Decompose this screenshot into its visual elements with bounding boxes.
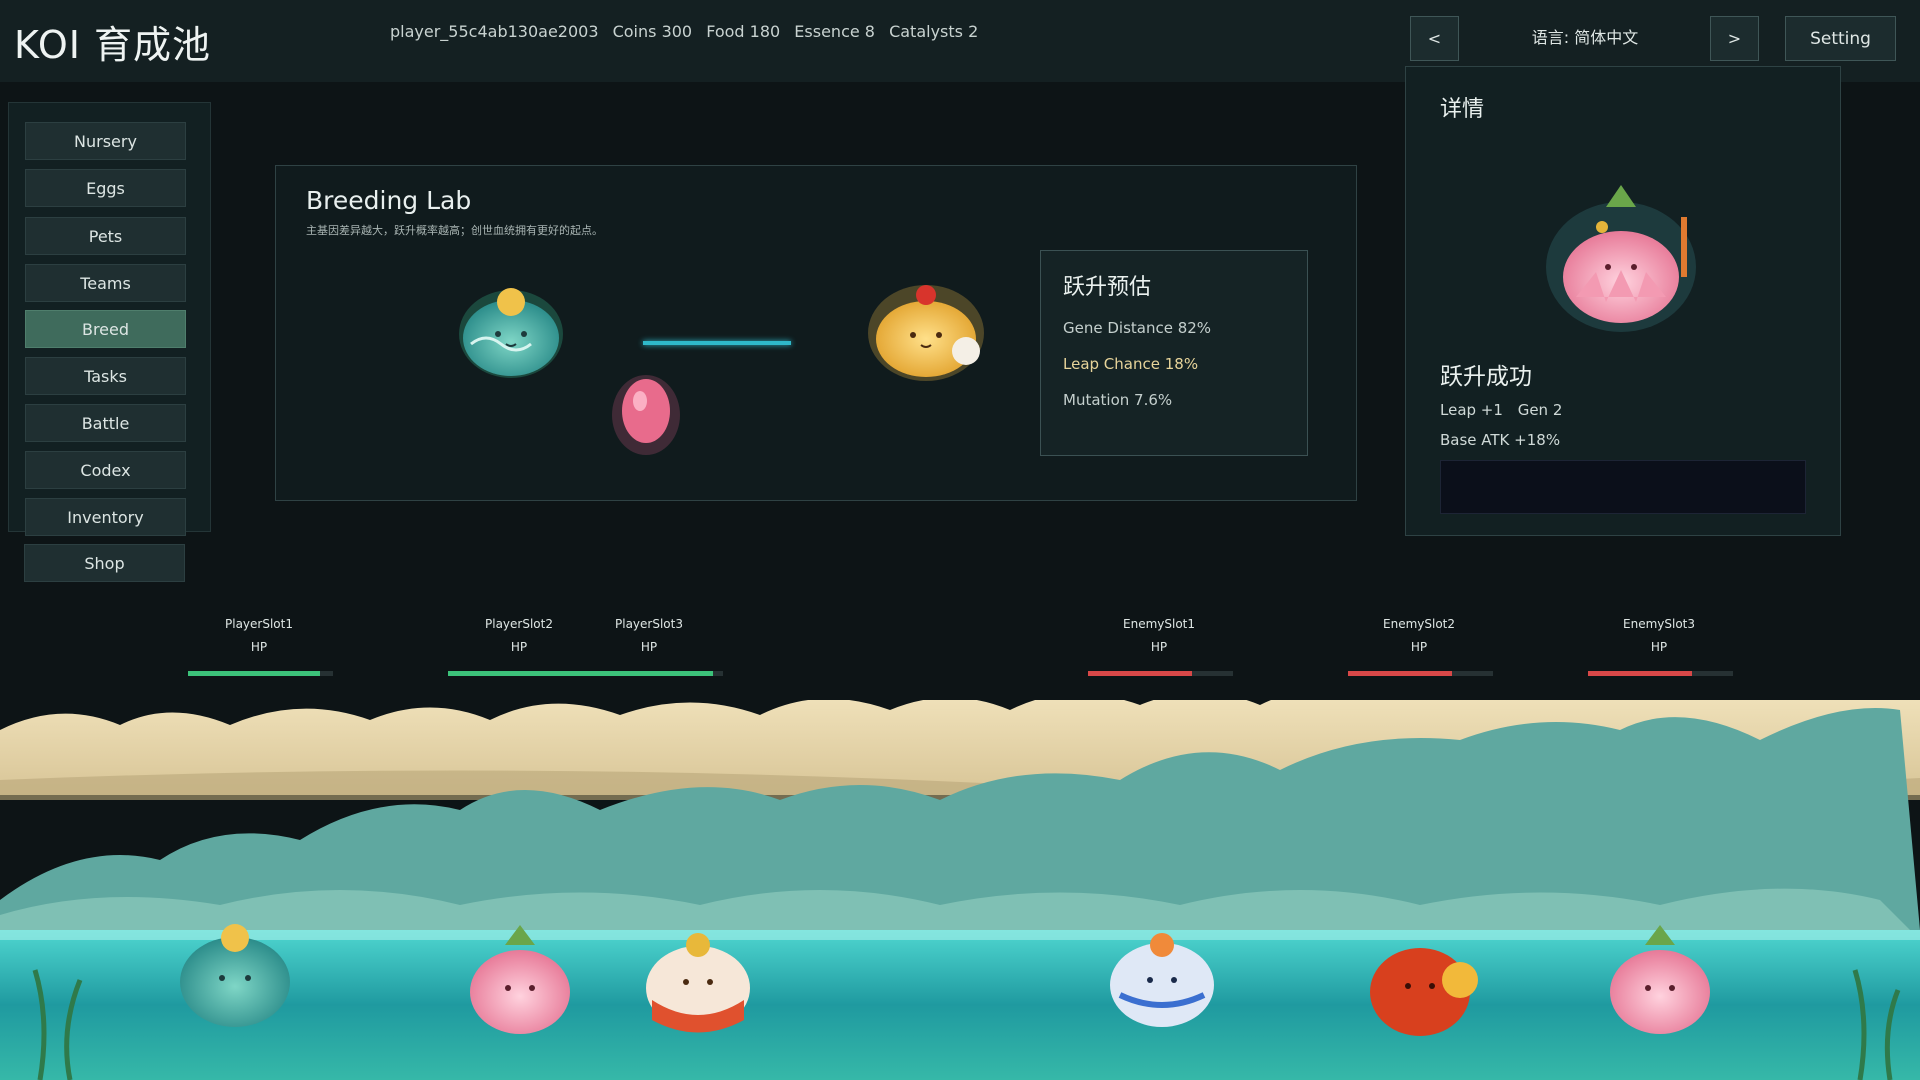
player-slot-1[interactable]: PlayerSlot1 HP (184, 617, 334, 654)
details-leap-gen: Leap +1 Gen 2 (1440, 401, 1572, 419)
enemy-slot-3[interactable]: EnemySlot3 HP (1584, 617, 1734, 654)
resource-status: player_55c4ab130ae2003 Coins 300 Food 18… (390, 22, 987, 41)
enemy-slot-1[interactable]: EnemySlot1 HP (1084, 617, 1234, 654)
food-count: Food 180 (706, 22, 781, 41)
sidebar-item-pets[interactable]: Pets (25, 217, 186, 255)
essence-count: Essence 8 (794, 22, 875, 41)
sidebar: Nursery Eggs Pets Teams Breed Tasks Batt… (8, 102, 211, 536)
result-pet (1546, 185, 1696, 332)
sidebar-item-breed[interactable]: Breed (25, 310, 186, 348)
breeding-lab-panel: Breeding Lab 主基因差异越大，跃升概率越高；创世血统拥有更好的起点。 (275, 165, 1357, 501)
details-panel: 详情 跃升成功 Leap +1 Gen 2 Base ATK +18% (1405, 66, 1841, 536)
language-next-button[interactable]: > (1710, 16, 1759, 61)
egg-icon (612, 375, 680, 455)
parent-a-pet[interactable] (446, 274, 576, 384)
enemy-slot-3-hp-bar (1588, 671, 1733, 676)
sidebar-item-nursery[interactable]: Nursery (25, 122, 186, 160)
language-label: 语言: 简体中文 (1531, 28, 1639, 47)
enemy-slot-2[interactable]: EnemySlot2 HP (1344, 617, 1494, 654)
details-title: 详情 (1440, 97, 1485, 122)
player-slot-3[interactable]: PlayerSlot3 HP (574, 617, 724, 654)
setting-button[interactable]: Setting (1785, 16, 1896, 61)
sidebar-item-inventory[interactable]: Inventory (25, 498, 186, 536)
coins-count: Coins 300 (612, 22, 693, 41)
sidebar-item-codex[interactable]: Codex (25, 451, 186, 489)
breeding-lab-subtitle: 主基因差异越大，跃升概率越高；创世血统拥有更好的起点。 (306, 224, 603, 237)
details-log-box (1440, 460, 1806, 514)
sidebar-item-eggs[interactable]: Eggs (25, 169, 186, 207)
player-slot-2-hp-bar (448, 671, 593, 676)
leap-estimate-title: 跃升预估 (1063, 275, 1152, 300)
sidebar-item-teams[interactable]: Teams (25, 264, 186, 302)
catalysts-count: Catalysts 2 (889, 22, 979, 41)
details-leap: Leap +1 (1440, 401, 1503, 419)
player-slot-2[interactable]: PlayerSlot2 HP (444, 617, 594, 654)
breeding-link-line (643, 341, 791, 345)
details-gen: Gen 2 (1517, 401, 1563, 419)
leap-chance-stat: Leap Chance 18% (1063, 355, 1199, 373)
details-result: 跃升成功 (1440, 364, 1532, 390)
player-slot-1-hp-bar (188, 671, 333, 676)
battle-scene (0, 700, 1920, 1080)
sidebar-item-shop[interactable]: Shop (24, 544, 185, 582)
player-slot-3-hp-bar (578, 671, 723, 676)
sidebar-item-battle[interactable]: Battle (25, 404, 186, 442)
enemy-slot-2-hp-bar (1348, 671, 1493, 676)
language-prev-button[interactable]: < (1410, 16, 1459, 61)
mutation-stat: Mutation 7.6% (1063, 391, 1173, 409)
leap-estimate-panel: 跃升预估 Gene Distance 82% Leap Chance 18% M… (1040, 250, 1308, 456)
parent-b-pet[interactable] (856, 271, 996, 386)
enemy-slot-1-hp-bar (1088, 671, 1233, 676)
app-title: KOI 育成池 (14, 23, 212, 67)
player-id: player_55c4ab130ae2003 (390, 22, 599, 41)
breeding-lab-title: Breeding Lab (306, 186, 472, 215)
details-base-atk: Base ATK +18% (1440, 431, 1561, 449)
gene-distance-stat: Gene Distance 82% (1063, 319, 1212, 337)
game-root: { "app": { "title": "KOI 育成池" }, "status… (0, 0, 1920, 1080)
sidebar-item-tasks[interactable]: Tasks (25, 357, 186, 395)
